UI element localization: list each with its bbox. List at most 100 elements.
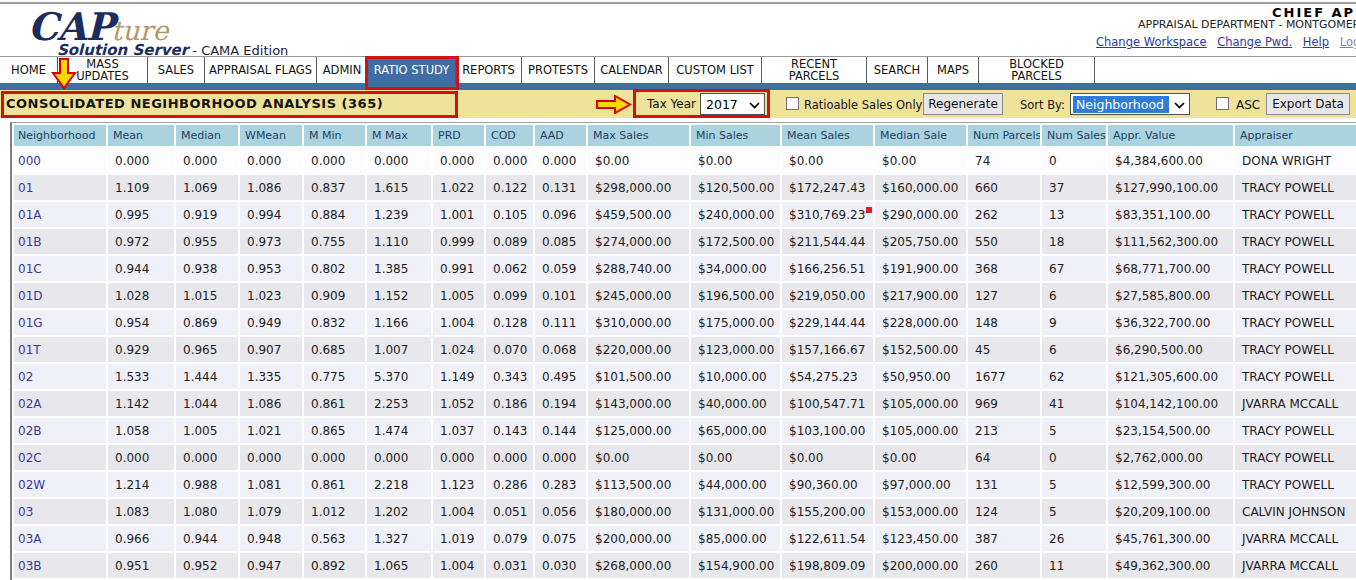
nav-tab-calendar[interactable]: CALENDAR — [595, 57, 669, 83]
cell-neighborhood[interactable]: 03 — [14, 499, 106, 524]
cell-mean: 1.083 — [108, 499, 174, 524]
cell-num-parcels: 550 — [968, 229, 1040, 254]
cell-cod: 0.000 — [486, 148, 533, 173]
cell-max-sales: $220,000.00 — [588, 337, 689, 362]
nav-tab-recent-parcels[interactable]: RECENT PARCELS — [762, 57, 867, 83]
column-header-min-sales[interactable]: Min Sales — [691, 125, 780, 146]
cell-median: 0.869 — [176, 310, 238, 335]
cell-m-max: 1.065 — [367, 553, 431, 578]
column-header-cod[interactable]: COD — [486, 125, 533, 146]
cell-neighborhood[interactable]: 01B — [14, 229, 106, 254]
table-row-02B: 02B1.0581.0051.0210.8651.4741.0370.1430.… — [14, 418, 1356, 443]
nav-tab-blocked-parcels[interactable]: BLOCKED PARCELS — [979, 57, 1095, 83]
logout-link[interactable]: Logo — [1340, 35, 1356, 49]
cell-num-parcels: 148 — [968, 310, 1040, 335]
table-row-03B: 03B0.9510.9520.9470.8921.0651.0040.0310.… — [14, 553, 1356, 578]
cell-mean-sales: $0.00 — [782, 148, 873, 173]
cell-neighborhood[interactable]: 02C — [14, 445, 106, 470]
cell-median: 1.044 — [176, 391, 238, 416]
change-workspace-link[interactable]: Change Workspace — [1096, 35, 1207, 49]
table-row-01G: 01G0.9540.8690.9490.8321.1661.0040.1280.… — [14, 310, 1356, 335]
nav-tab-sales[interactable]: SALES — [148, 57, 205, 83]
column-header-num-parcels[interactable]: Num Parcels — [968, 125, 1040, 146]
cell-appr-value: $121,305,600.00 — [1108, 364, 1233, 389]
column-header-median[interactable]: Median — [176, 125, 238, 146]
column-header-aad[interactable]: AAD — [535, 125, 586, 146]
cell-median-sale: $191,900.00 — [875, 256, 966, 281]
column-header-median-sale[interactable]: Median Sale — [875, 125, 966, 146]
column-header-wmean[interactable]: WMean — [240, 125, 302, 146]
cell-appr-value: $127,990,100.00 — [1108, 175, 1233, 200]
cell-neighborhood[interactable]: 03B — [14, 553, 106, 578]
column-header-m-min[interactable]: M Min — [304, 125, 365, 146]
cell-median: 0.965 — [176, 337, 238, 362]
help-link[interactable]: Help — [1303, 35, 1329, 49]
top-border-line — [0, 2, 1356, 4]
cell-neighborhood[interactable]: 01G — [14, 310, 106, 335]
nav-tab-reports[interactable]: REPORTS — [456, 57, 522, 83]
cell-max-sales: $298,000.00 — [588, 175, 689, 200]
cell-appraiser: TRACY POWELL — [1235, 256, 1356, 281]
column-header-max-sales[interactable]: Max Sales — [588, 125, 689, 146]
change-pwd-link[interactable]: Change Pwd. — [1217, 35, 1292, 49]
cell-cod: 0.062 — [486, 256, 533, 281]
cell-wmean: 0.947 — [240, 553, 302, 578]
column-header-neighborhood[interactable]: Neighborhood — [14, 125, 106, 146]
nav-tab-custom-list[interactable]: CUSTOM LIST — [669, 57, 762, 83]
cell-neighborhood[interactable]: 01A — [14, 202, 106, 227]
cell-neighborhood[interactable]: 02W — [14, 472, 106, 497]
cell-prd: 1.001 — [433, 202, 484, 227]
cell-cod: 0.128 — [486, 310, 533, 335]
column-header-mean[interactable]: Mean — [108, 125, 174, 146]
sort-by-select[interactable]: Neighborhood — [1070, 93, 1190, 115]
cell-neighborhood[interactable]: 01C — [14, 256, 106, 281]
cell-neighborhood[interactable]: 01T — [14, 337, 106, 362]
column-header-num-sales[interactable]: Num Sales — [1042, 125, 1106, 146]
cell-m-min: 0.685 — [304, 337, 365, 362]
nav-tab-appraisal-flags[interactable]: APPRAISAL FLAGS — [205, 57, 317, 83]
cell-mean: 0.951 — [108, 553, 174, 578]
nav-tab-admin[interactable]: ADMIN — [317, 57, 368, 83]
ratioable-sales-checkbox[interactable] — [786, 97, 799, 110]
cell-neighborhood[interactable]: 000 — [14, 148, 106, 173]
cell-m-min: 0.861 — [304, 391, 365, 416]
cell-prd: 1.052 — [433, 391, 484, 416]
cell-mean: 0.995 — [108, 202, 174, 227]
column-header-prd[interactable]: PRD — [433, 125, 484, 146]
cell-prd: 1.149 — [433, 364, 484, 389]
cell-neighborhood[interactable]: 01 — [14, 175, 106, 200]
cell-aad: 0.495 — [535, 364, 586, 389]
cell-cod: 0.031 — [486, 553, 533, 578]
column-header-appraiser[interactable]: Appraiser — [1235, 125, 1356, 146]
cell-num-parcels: 262 — [968, 202, 1040, 227]
cell-aad: 0.000 — [535, 445, 586, 470]
export-data-button[interactable]: Export Data — [1266, 93, 1350, 115]
cell-median-sale: $105,000.00 — [875, 418, 966, 443]
cell-m-max: 1.166 — [367, 310, 431, 335]
cell-aad: 0.283 — [535, 472, 586, 497]
cell-mean: 0.000 — [108, 445, 174, 470]
table-row-02: 021.5331.4441.3350.7755.3701.1490.3430.4… — [14, 364, 1356, 389]
cell-appr-value: $27,585,800.00 — [1108, 283, 1233, 308]
cell-neighborhood[interactable]: 02A — [14, 391, 106, 416]
regenerate-button[interactable]: Regenerate — [923, 93, 1003, 115]
column-header-mean-sales[interactable]: Mean Sales — [782, 125, 873, 146]
cell-neighborhood[interactable]: 01D — [14, 283, 106, 308]
nav-tab-home[interactable]: HOME — [0, 57, 58, 83]
asc-checkbox[interactable] — [1216, 97, 1229, 110]
cell-median-sale: $0.00 — [875, 445, 966, 470]
cell-num-parcels: 131 — [968, 472, 1040, 497]
nav-tab-search[interactable]: SEARCH — [867, 57, 928, 83]
cell-m-min: 0.000 — [304, 445, 365, 470]
cell-neighborhood[interactable]: 02B — [14, 418, 106, 443]
cell-aad: 0.000 — [535, 148, 586, 173]
column-header-appr-value[interactable]: Appr. Value — [1108, 125, 1233, 146]
nav-tab-maps[interactable]: MAPS — [928, 57, 979, 83]
nav-tab-label: MAPS — [937, 64, 969, 76]
cell-wmean: 1.023 — [240, 283, 302, 308]
cell-m-max: 1.327 — [367, 526, 431, 551]
cell-neighborhood[interactable]: 02 — [14, 364, 106, 389]
nav-tab-protests[interactable]: PROTESTS — [522, 57, 595, 83]
column-header-m-max[interactable]: M Max — [367, 125, 431, 146]
cell-neighborhood[interactable]: 03A — [14, 526, 106, 551]
